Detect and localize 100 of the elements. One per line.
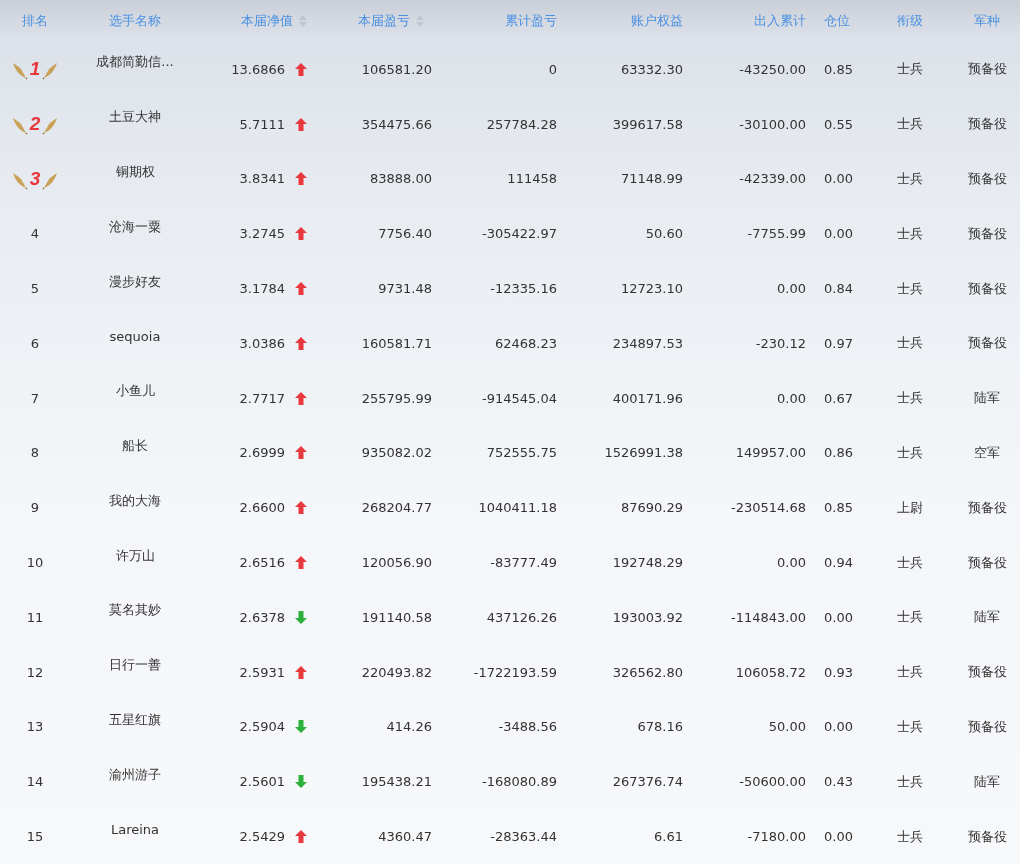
player-name[interactable]: 土豆大神 bbox=[109, 108, 161, 127]
column-header: 出入累计 bbox=[754, 12, 806, 30]
table-cell: 220493.82 bbox=[361, 664, 432, 680]
rank-number: 9 bbox=[30, 500, 40, 516]
table-cell: 士兵 bbox=[897, 279, 923, 298]
table-cell: 士兵 bbox=[897, 115, 923, 134]
table-cell: 326562.80 bbox=[612, 664, 683, 680]
player-name[interactable]: 我的大海 bbox=[109, 491, 161, 510]
table-cell: 0.84 bbox=[824, 281, 853, 297]
table-cell: 4360.47 bbox=[378, 829, 432, 845]
table-cell: 268204.77 bbox=[361, 500, 432, 516]
table-cell: 上尉 bbox=[897, 498, 923, 517]
table-cell: 83888.00 bbox=[369, 171, 432, 187]
table-cell: -50600.00 bbox=[739, 774, 806, 790]
table-cell: 0.94 bbox=[824, 555, 853, 571]
table-cell: 3.1784 bbox=[239, 281, 285, 297]
table-cell: 935082.02 bbox=[361, 445, 432, 461]
table-cell: 陆军 bbox=[974, 389, 1000, 408]
table-cell: 149957.00 bbox=[735, 445, 806, 461]
table-cell: 13.6866 bbox=[231, 61, 285, 77]
rank-number: 11 bbox=[26, 609, 44, 625]
table-cell: 257784.28 bbox=[486, 116, 557, 132]
rank-number: 15 bbox=[26, 829, 44, 845]
player-name[interactable]: 成都简勤信... bbox=[96, 53, 174, 72]
table-cell: -30100.00 bbox=[739, 116, 806, 132]
table-cell: 120056.90 bbox=[361, 555, 432, 571]
table-cell: 士兵 bbox=[897, 170, 923, 188]
table-cell: -12335.16 bbox=[490, 281, 557, 297]
player-name[interactable]: 漫步好友 bbox=[109, 272, 161, 291]
player-name[interactable]: 日行一善 bbox=[109, 656, 161, 675]
table-cell: 2.7717 bbox=[239, 390, 285, 406]
rank-number: 6 bbox=[30, 335, 40, 351]
player-name[interactable]: 渝州游子 bbox=[109, 765, 161, 784]
table-cell: -7180.00 bbox=[747, 829, 806, 845]
player-name[interactable]: sequoia bbox=[109, 328, 161, 344]
table-cell: 预备役 bbox=[967, 498, 1007, 517]
rank-number: 7 bbox=[30, 390, 40, 406]
table-cell: 71148.99 bbox=[620, 171, 683, 187]
table-cell: 192748.29 bbox=[612, 555, 683, 571]
player-name[interactable]: 船长 bbox=[122, 436, 148, 455]
table-cell: -42339.00 bbox=[739, 171, 806, 187]
table-cell: 0.55 bbox=[824, 116, 853, 132]
table-cell: 6.61 bbox=[654, 829, 683, 845]
table-cell: -7755.99 bbox=[747, 226, 806, 242]
player-name[interactable]: 五星红旗 bbox=[109, 710, 161, 729]
player-name[interactable]: 许万山 bbox=[115, 546, 155, 565]
table-cell: 士兵 bbox=[897, 60, 923, 79]
table-cell: 预备役 bbox=[967, 553, 1007, 572]
table-cell: 士兵 bbox=[897, 553, 923, 572]
table-cell: -83777.49 bbox=[490, 555, 557, 571]
table-cell: 0.00 bbox=[777, 555, 806, 571]
table-cell: 0 bbox=[548, 61, 557, 77]
table-cell: 752555.75 bbox=[486, 445, 557, 461]
table-cell: 399617.58 bbox=[612, 116, 683, 132]
table-cell: 0.00 bbox=[824, 226, 853, 242]
player-name[interactable]: 沧海一粟 bbox=[109, 217, 161, 236]
table-cell: 预备役 bbox=[967, 115, 1007, 134]
table-cell: 士兵 bbox=[897, 827, 923, 846]
table-cell: 3.0386 bbox=[239, 335, 285, 351]
table-cell: 0.00 bbox=[777, 390, 806, 406]
table-cell: 437126.26 bbox=[486, 609, 557, 625]
table-cell: 士兵 bbox=[897, 224, 923, 243]
table-cell: -230.12 bbox=[755, 335, 806, 351]
player-name[interactable]: 铜期权 bbox=[115, 163, 155, 181]
table-cell: 0.00 bbox=[824, 609, 853, 625]
table-cell: 士兵 bbox=[897, 389, 923, 408]
table-cell: 0.85 bbox=[824, 500, 853, 516]
table-cell: 63332.30 bbox=[620, 61, 683, 77]
column-header: 排名 bbox=[22, 12, 48, 30]
table-cell: -114843.00 bbox=[731, 609, 806, 625]
column-header: 账户权益 bbox=[631, 12, 683, 30]
column-header: 仓位 bbox=[824, 12, 850, 30]
table-cell: 士兵 bbox=[897, 443, 923, 462]
player-name[interactable]: Lareina bbox=[110, 822, 160, 838]
table-cell: 士兵 bbox=[897, 608, 923, 627]
table-cell: 预备役 bbox=[967, 170, 1007, 188]
table-cell: 2.6378 bbox=[239, 609, 285, 625]
table-cell: 106581.20 bbox=[361, 61, 432, 77]
rank-number: 12 bbox=[26, 664, 44, 680]
table-cell: 267376.74 bbox=[612, 774, 683, 790]
rank-number: 4 bbox=[30, 226, 40, 242]
table-cell: 12723.10 bbox=[620, 281, 683, 297]
table-cell: 5.7111 bbox=[239, 116, 285, 132]
player-name[interactable]: 小鱼儿 bbox=[115, 382, 155, 401]
rank-number: 3 bbox=[29, 168, 41, 190]
table-cell: 50.00 bbox=[768, 719, 806, 735]
table-cell: 160581.71 bbox=[361, 335, 432, 351]
table-cell: 1526991.38 bbox=[604, 445, 683, 461]
player-name[interactable]: 莫名其妙 bbox=[109, 601, 161, 620]
table-cell: 2.5931 bbox=[239, 664, 285, 680]
table-cell: 255795.99 bbox=[361, 390, 432, 406]
sort-icon[interactable] bbox=[416, 15, 424, 27]
table-cell: -28363.44 bbox=[490, 829, 557, 845]
table-cell: 0.97 bbox=[824, 335, 853, 351]
table-cell: 191140.58 bbox=[361, 609, 432, 625]
rank-number: 5 bbox=[30, 281, 40, 297]
sort-icon[interactable] bbox=[299, 15, 307, 27]
table-cell: 195438.21 bbox=[361, 774, 432, 790]
rank-number: 2 bbox=[29, 113, 41, 136]
table-cell: 50.60 bbox=[645, 226, 683, 242]
